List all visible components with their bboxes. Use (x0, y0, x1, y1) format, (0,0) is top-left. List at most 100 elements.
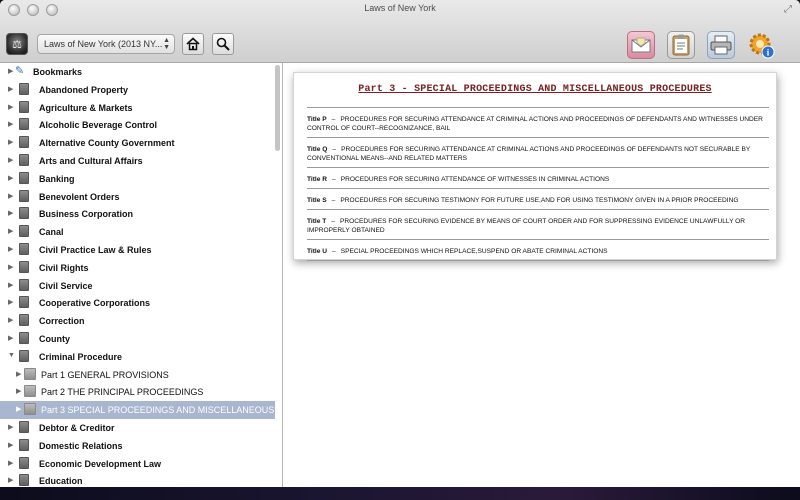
document-icon (19, 278, 29, 291)
title-entry[interactable]: Title Q – PROCEDURES FOR SECURING ATTENDAN… (307, 137, 769, 167)
disclosure-triangle-icon[interactable]: ▶ (16, 387, 21, 395)
disclosure-triangle-icon[interactable]: ▶ (8, 85, 13, 93)
sidebar-item[interactable]: ▶ Civil Service (0, 277, 275, 295)
clipboard-icon (672, 34, 690, 56)
disclosure-triangle-icon[interactable]: ▶ (8, 459, 13, 467)
disclosure-triangle-icon[interactable]: ▶ (16, 370, 21, 378)
sidebar-item[interactable]: ▶ Alcoholic Beverage Control (0, 116, 275, 134)
gear-info-icon: i (749, 33, 775, 59)
title-bar: Laws of New York ⤢ ⚖ Laws of New York (2… (0, 0, 800, 63)
bookmarks-icon: ✎ (15, 65, 25, 77)
disclosure-triangle-icon[interactable]: ▶ (8, 120, 13, 128)
disclosure-triangle-icon[interactable]: ▶ (8, 263, 13, 271)
sidebar-item[interactable]: ▶ Arts and Cultural Affairs (0, 152, 275, 170)
disclosure-triangle-icon[interactable]: ▶ (8, 156, 13, 164)
print-button[interactable] (707, 31, 735, 59)
title-entry[interactable]: Title U – SPECIAL PROCEEDINGS WHICH REPLAC… (307, 239, 769, 261)
title-entry[interactable]: Title P – PROCEDURES FOR SECURING ATTENDAN… (307, 107, 769, 137)
sidebar-item[interactable]: ▶ Correction (0, 312, 275, 330)
app-window: Laws of New York ⤢ ⚖ Laws of New York (2… (0, 0, 800, 487)
document-icon (19, 438, 29, 451)
sidebar-item[interactable]: ▶ Benevolent Orders (0, 188, 275, 206)
sidebar-item[interactable]: ▶ Civil Rights (0, 259, 275, 277)
sidebar-item[interactable]: ▶ Education (0, 472, 275, 487)
document-icon (19, 421, 29, 433)
envelope-icon (631, 37, 651, 53)
sidebar-item[interactable]: ▶ Agriculture & Markets (0, 99, 275, 117)
sidebar-item[interactable]: ▶ Economic Development Law (0, 455, 275, 473)
sidebar-subitem[interactable]: ▶ Part 1 GENERAL PROVISIONS (0, 366, 275, 384)
disclosure-triangle-icon[interactable]: ▶ (8, 138, 13, 146)
document-icon (19, 189, 29, 202)
disclosure-triangle-icon[interactable]: ▶ (8, 298, 13, 306)
window-title: Laws of New York (364, 3, 436, 13)
disclosure-triangle-icon[interactable]: ▶ (8, 209, 13, 217)
sidebar-scrollbar[interactable] (275, 65, 280, 151)
document-icon (19, 225, 29, 238)
sidebar-item-criminal-procedure[interactable]: ▼ Criminal Procedure (0, 348, 275, 366)
disclosure-triangle-expanded-icon[interactable]: ▼ (8, 352, 15, 359)
printer-icon (710, 35, 732, 55)
disclosure-triangle-icon[interactable]: ▶ (8, 245, 13, 253)
disclosure-triangle-icon[interactable]: ▶ (8, 174, 13, 182)
sidebar-item[interactable]: ▶ Canal (0, 223, 275, 241)
scales-of-justice-icon[interactable]: ⚖ (6, 33, 28, 55)
document-page: Part 3 - SPECIAL PROCEEDINGS AND MISCELL… (293, 72, 777, 261)
title-entry[interactable]: Title T – PROCEDURES FOR SECURING EVIDENCE… (307, 209, 769, 239)
document-icon (19, 118, 29, 131)
sidebar-tree[interactable]: ▶ ✎ Bookmarks ▶ Abandoned Property ▶ Agric… (0, 63, 283, 487)
disclosure-triangle-icon[interactable]: ▶ (8, 476, 13, 484)
disclosure-triangle-icon[interactable]: ▶ (8, 67, 13, 75)
home-button[interactable] (182, 33, 204, 55)
disclosure-triangle-icon[interactable]: ▶ (8, 334, 13, 342)
chevron-updown-icon: ▲ ▼ (163, 37, 170, 51)
document-icon (19, 82, 29, 95)
sidebar-item-bookmarks[interactable]: ▶ ✎ Bookmarks (0, 63, 275, 81)
disclosure-triangle-icon[interactable]: ▶ (8, 192, 13, 200)
sidebar-item[interactable]: ▶ Debtor & Creditor (0, 419, 275, 437)
document-icon (19, 243, 29, 255)
document-icon (19, 260, 29, 273)
disclosure-triangle-icon[interactable]: ▶ (8, 103, 13, 111)
title-entry[interactable]: Title R – PROCEDURES FOR SECURING ATTENDAN… (307, 167, 769, 188)
home-icon (186, 37, 200, 51)
sidebar-item[interactable]: ▶ Cooperative Corporations (0, 294, 275, 312)
sidebar-item[interactable]: ▶ Abandoned Property (0, 81, 275, 99)
email-button[interactable] (627, 31, 655, 59)
disclosure-triangle-icon[interactable]: ▶ (8, 227, 13, 235)
law-selector-dropdown[interactable]: Laws of New York (2013 NY... ▲ ▼ (37, 34, 175, 54)
document-pane: Part 3 - SPECIAL PROCEEDINGS AND MISCELL… (283, 63, 800, 487)
title-entry[interactable]: Title S – PROCEDURES FOR SECURING TESTIMON… (307, 188, 769, 209)
disclosure-triangle-icon[interactable]: ▶ (8, 441, 13, 449)
disclosure-triangle-icon[interactable]: ▶ (16, 405, 21, 413)
sidebar-item[interactable]: ▶ County (0, 330, 275, 348)
fullscreen-icon[interactable]: ⤢ (784, 4, 792, 15)
magnifier-icon (216, 37, 230, 51)
disclosure-triangle-icon[interactable]: ▶ (8, 423, 13, 431)
document-icon (19, 349, 29, 362)
desktop-background (0, 487, 800, 500)
document-icon (19, 207, 29, 220)
law-selector-value: Laws of New York (2013 NY... (44, 39, 163, 49)
document-icon (19, 332, 29, 344)
document-icon (19, 171, 29, 184)
part-title: Part 3 - SPECIAL PROCEEDINGS AND MISCELL… (358, 84, 712, 95)
clipboard-button[interactable] (667, 31, 695, 59)
title-list: Title P – PROCEDURES FOR SECURING ATTENDAN… (307, 107, 769, 261)
document-icon (19, 314, 29, 327)
settings-button[interactable]: i (747, 31, 775, 59)
search-button[interactable] (212, 33, 234, 55)
sidebar-item[interactable]: ▶ Civil Practice Law & Rules (0, 241, 275, 259)
document-icon (24, 367, 36, 380)
document-icon (19, 136, 29, 149)
document-icon (19, 474, 29, 487)
disclosure-triangle-icon[interactable]: ▶ (8, 281, 13, 289)
sidebar-subitem-selected[interactable]: ▶ Part 3 SPECIAL PROCEEDINGS AND MISCELLA… (0, 401, 275, 419)
sidebar-item[interactable]: ▶ Alternative County Government (0, 134, 275, 152)
sidebar-item[interactable]: ▶ Banking (0, 170, 275, 188)
document-icon (19, 154, 29, 166)
sidebar-subitem[interactable]: ▶ Part 2 THE PRINCIPAL PROCEEDINGS (0, 383, 275, 401)
disclosure-triangle-icon[interactable]: ▶ (8, 316, 13, 324)
sidebar-item[interactable]: ▶ Domestic Relations (0, 437, 275, 455)
sidebar-item[interactable]: ▶ Business Corporation (0, 205, 275, 223)
